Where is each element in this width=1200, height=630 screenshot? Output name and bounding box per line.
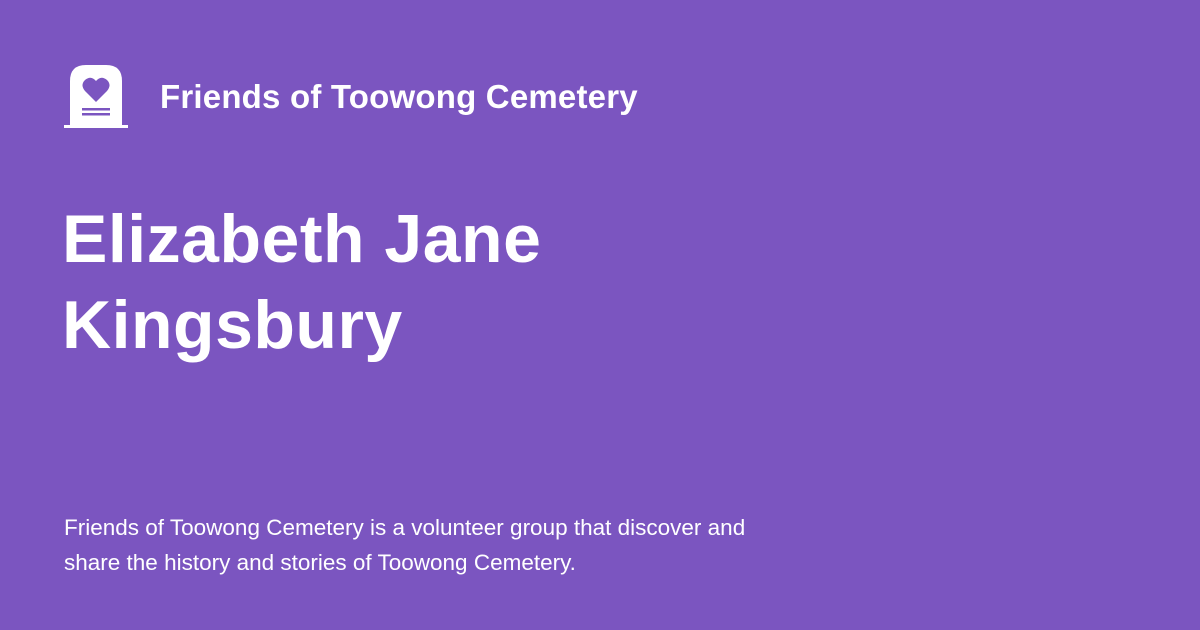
site-name: Friends of Toowong Cemetery [160,77,638,115]
page-title-line-2: Kingsbury [62,287,403,363]
social-card: { "site": { "name": "Friends of Toowong … [0,0,1200,630]
page-title: Elizabeth Jane Kingsbury [62,196,862,368]
description-line-1: Friends of Toowong Cemetery is a volunte… [64,515,746,540]
description-line-2: share the history and stories of Toowong… [64,550,576,575]
site-header: Friends of Toowong Cemetery [64,62,638,130]
headstone-heart-icon [64,65,128,128]
site-description: Friends of Toowong Cemetery is a volunte… [64,510,864,580]
page-title-line-1: Elizabeth Jane [62,201,542,277]
